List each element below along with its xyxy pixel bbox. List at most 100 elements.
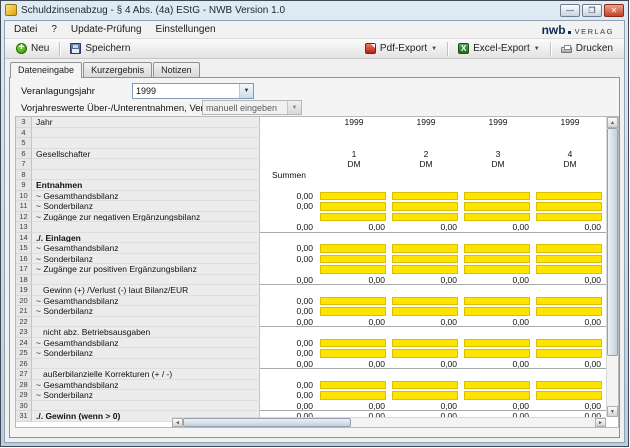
input-cell[interactable] [464, 192, 530, 201]
input-cell[interactable] [464, 255, 530, 264]
grid-cell [390, 348, 462, 359]
scroll-left-icon[interactable]: ◄ [172, 418, 183, 427]
scroll-up-icon[interactable]: ▲ [607, 117, 618, 128]
chevron-down-icon[interactable]: ▼ [534, 46, 540, 52]
grid-cell [534, 338, 606, 349]
input-cell[interactable] [536, 339, 602, 348]
input-cell[interactable] [464, 265, 530, 274]
scroll-down-icon[interactable]: ▼ [607, 406, 618, 417]
summen-value [260, 117, 318, 128]
input-cell[interactable] [464, 349, 530, 358]
input-cell[interactable] [464, 307, 530, 316]
tab-dateneingabe[interactable]: Dateneingabe [10, 62, 82, 78]
vertical-scroll-track[interactable] [607, 356, 618, 406]
input-cell[interactable] [320, 255, 386, 264]
input-cell[interactable] [464, 213, 530, 222]
chevron-down-icon[interactable]: ▼ [431, 46, 437, 52]
row-number: 24 [16, 338, 32, 349]
maximize-button[interactable]: ❐ [582, 4, 602, 17]
summen-value: 0,00 [260, 338, 318, 349]
input-cell[interactable] [536, 265, 602, 274]
input-cell[interactable] [536, 202, 602, 211]
horizontal-scroll-track[interactable] [351, 418, 595, 427]
input-cell[interactable] [464, 297, 530, 306]
tab-notizen[interactable]: Notizen [153, 62, 200, 77]
grid-cell [534, 254, 606, 265]
row-number: 9 [16, 180, 32, 191]
input-cell[interactable] [392, 297, 458, 306]
input-cell[interactable] [536, 192, 602, 201]
menu-item-datei[interactable]: Datei [7, 23, 44, 36]
input-cell[interactable] [392, 391, 458, 400]
input-cell[interactable] [320, 381, 386, 390]
grid-row: 7DMDMDMDM [16, 159, 606, 170]
grid-cell: 2 [390, 149, 462, 160]
input-cell[interactable] [536, 381, 602, 390]
summen-value [260, 285, 318, 296]
menu-item-update-pr-fung[interactable]: Update-Prüfung [64, 23, 149, 36]
vertical-scroll-thumb[interactable] [607, 128, 618, 356]
input-cell[interactable] [464, 244, 530, 253]
grid-row: 180,000,000,000,000,00 [16, 275, 606, 286]
input-cell[interactable] [464, 339, 530, 348]
input-cell[interactable] [320, 297, 386, 306]
veranlagungsjahr-select[interactable]: 1999 ▼ [132, 83, 254, 99]
grid-cell [534, 369, 606, 380]
input-cell[interactable] [320, 192, 386, 201]
input-cell[interactable] [464, 202, 530, 211]
input-cell[interactable] [536, 307, 602, 316]
neu-button[interactable]: Neu [9, 41, 56, 56]
input-cell[interactable] [536, 255, 602, 264]
vertical-scrollbar[interactable]: ▲ ▼ [606, 117, 618, 417]
drucken-button[interactable]: Drucken [554, 41, 620, 56]
menu-item-einstellungen[interactable]: Einstellungen [149, 23, 223, 36]
tab-kurzergebnis[interactable]: Kurzergebnis [83, 62, 152, 77]
grid-cell [462, 306, 534, 317]
chevron-down-icon[interactable]: ▼ [239, 84, 253, 98]
excel-export-button[interactable]: Excel-Export▼ [451, 41, 547, 56]
input-cell[interactable] [536, 297, 602, 306]
input-cell[interactable] [392, 192, 458, 201]
input-cell[interactable] [320, 307, 386, 316]
row-label: ~ Sonderbilanz [32, 390, 260, 401]
input-cell[interactable] [320, 349, 386, 358]
horizontal-scrollbar[interactable]: ◄ ► [172, 417, 606, 427]
input-cell[interactable] [536, 213, 602, 222]
input-cell[interactable] [392, 255, 458, 264]
scroll-right-icon[interactable]: ► [595, 418, 606, 427]
grid-row: 9Entnahmen [16, 180, 606, 191]
input-cell[interactable] [320, 339, 386, 348]
input-cell[interactable] [464, 391, 530, 400]
brand-name: nwb [542, 23, 566, 37]
row-number: 23 [16, 327, 32, 338]
input-cell[interactable] [320, 265, 386, 274]
grid-cell [534, 201, 606, 212]
input-cell[interactable] [392, 339, 458, 348]
menu-item-item[interactable]: ? [44, 23, 64, 36]
grid-cell [390, 212, 462, 223]
input-cell[interactable] [392, 213, 458, 222]
horizontal-scroll-thumb[interactable] [183, 418, 351, 427]
row-number: 27 [16, 369, 32, 380]
input-cell[interactable] [392, 381, 458, 390]
close-button[interactable]: ✕ [604, 4, 624, 17]
input-cell[interactable] [320, 202, 386, 211]
input-cell[interactable] [392, 244, 458, 253]
input-cell[interactable] [392, 307, 458, 316]
input-cell[interactable] [536, 244, 602, 253]
input-cell[interactable] [320, 213, 386, 222]
minimize-button[interactable]: — [560, 4, 580, 17]
summen-value: 0,00 [260, 254, 318, 265]
input-cell[interactable] [536, 391, 602, 400]
input-cell[interactable] [392, 202, 458, 211]
grid-cell [318, 338, 390, 349]
input-cell[interactable] [392, 265, 458, 274]
input-cell[interactable] [464, 381, 530, 390]
grid-cell: 0,00 [534, 359, 606, 370]
input-cell[interactable] [320, 244, 386, 253]
speichern-button[interactable]: Speichern [63, 41, 137, 56]
input-cell[interactable] [392, 349, 458, 358]
pdf-export-button[interactable]: Pdf-Export▼ [358, 41, 444, 56]
input-cell[interactable] [536, 349, 602, 358]
input-cell[interactable] [320, 391, 386, 400]
